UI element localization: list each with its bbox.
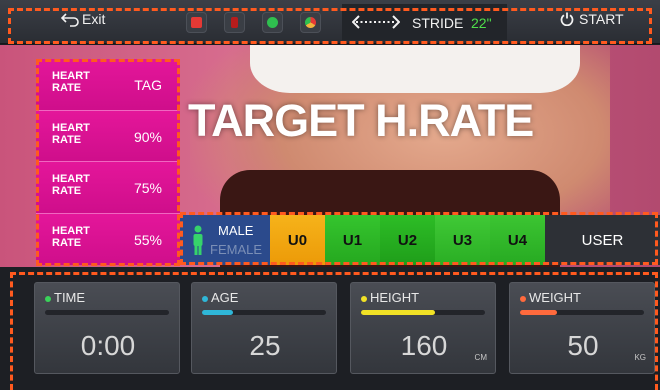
- height-panel[interactable]: HEIGHT 160 CM: [350, 282, 496, 374]
- exit-button[interactable]: Exit: [60, 11, 105, 27]
- stride-arrows-icon: [352, 15, 400, 29]
- heart-rate-value: 75%: [133, 180, 162, 196]
- time-dot: [45, 296, 51, 302]
- person-icon: [193, 225, 203, 255]
- heart-rate-value: 55%: [133, 231, 162, 248]
- youtube-icon[interactable]: [186, 12, 207, 33]
- heart-rate-label: HEART RATE: [52, 121, 90, 146]
- stride-value: 22": [471, 15, 492, 31]
- age-panel[interactable]: AGE 25: [191, 282, 337, 374]
- top-bar: Exit STRIDE 22" START: [0, 0, 660, 44]
- height-dot: [361, 296, 367, 302]
- netflix-icon[interactable]: [224, 12, 245, 33]
- weight-label: WEIGHT: [529, 290, 581, 305]
- time-value: 0:00: [80, 330, 136, 361]
- user-button-u2[interactable]: U2: [380, 215, 435, 265]
- heart-rate-label: HEART RATE: [52, 173, 90, 197]
- start-label: START: [579, 11, 624, 27]
- time-label: TIME: [54, 290, 86, 305]
- age-value: 25: [249, 330, 281, 361]
- time-track: [45, 310, 169, 315]
- netflix-glyph: [231, 17, 238, 28]
- stride-control[interactable]: STRIDE 22": [342, 4, 507, 40]
- weight-unit: KG: [634, 353, 646, 362]
- heart-rate-option-55[interactable]: HEART RATE 55%: [36, 213, 180, 265]
- app-shortcuts: [186, 12, 321, 33]
- height-unit: CM: [474, 353, 487, 362]
- user-button-u0[interactable]: U0: [270, 215, 325, 265]
- back-arrow-icon: [60, 13, 79, 27]
- spotify-glyph: [267, 17, 278, 28]
- start-button[interactable]: START: [560, 11, 624, 27]
- user-button-u3[interactable]: U3: [435, 215, 490, 265]
- time-panel[interactable]: TIME 0:00: [34, 282, 180, 374]
- heart-rate-label: HEART RATE: [52, 224, 90, 249]
- gender-female-label: FEMALE: [210, 242, 263, 257]
- user-button-u1[interactable]: U1: [325, 215, 380, 265]
- exit-label: Exit: [82, 11, 106, 27]
- heart-rate-value: TAG: [134, 77, 162, 93]
- age-dot: [202, 296, 208, 302]
- weight-dot: [520, 296, 526, 302]
- weight-panel[interactable]: WEIGHT 50 KG: [509, 282, 655, 374]
- power-icon: [560, 12, 574, 26]
- gender-male-label: MALE: [218, 223, 254, 238]
- heart-rate-option-75[interactable]: HEART RATE 75%: [36, 162, 180, 214]
- age-label: AGE: [211, 290, 239, 305]
- heart-rate-value: 90%: [133, 128, 162, 145]
- user-selection-row: MALE FEMALE U0 U1 U2 U3 U4 USER: [180, 215, 660, 265]
- user-button[interactable]: USER: [545, 215, 660, 265]
- heart-rate-option-tag[interactable]: HEART RATE TAG: [36, 59, 180, 111]
- stride-label: STRIDE: [412, 15, 464, 31]
- youtube-glyph: [191, 17, 202, 28]
- height-fill: [361, 310, 436, 315]
- height-label: HEIGHT: [370, 290, 420, 305]
- garment-top-image: [250, 45, 580, 93]
- weight-fill: [520, 310, 558, 315]
- age-fill: [202, 310, 233, 315]
- chrome-glyph: [305, 17, 316, 28]
- gender-toggle[interactable]: MALE FEMALE: [180, 215, 270, 265]
- chrome-icon[interactable]: [300, 12, 321, 33]
- heart-rate-list: HEART RATE TAG HEART RATE 90% HEART RATE…: [36, 59, 180, 265]
- heart-rate-label: HEART RATE: [52, 70, 90, 94]
- spotify-icon[interactable]: [262, 12, 283, 33]
- heart-rate-option-90[interactable]: HEART RATE 90%: [36, 110, 180, 162]
- user-button-u4[interactable]: U4: [490, 215, 545, 265]
- page-title: TARGET H.RATE: [188, 95, 534, 146]
